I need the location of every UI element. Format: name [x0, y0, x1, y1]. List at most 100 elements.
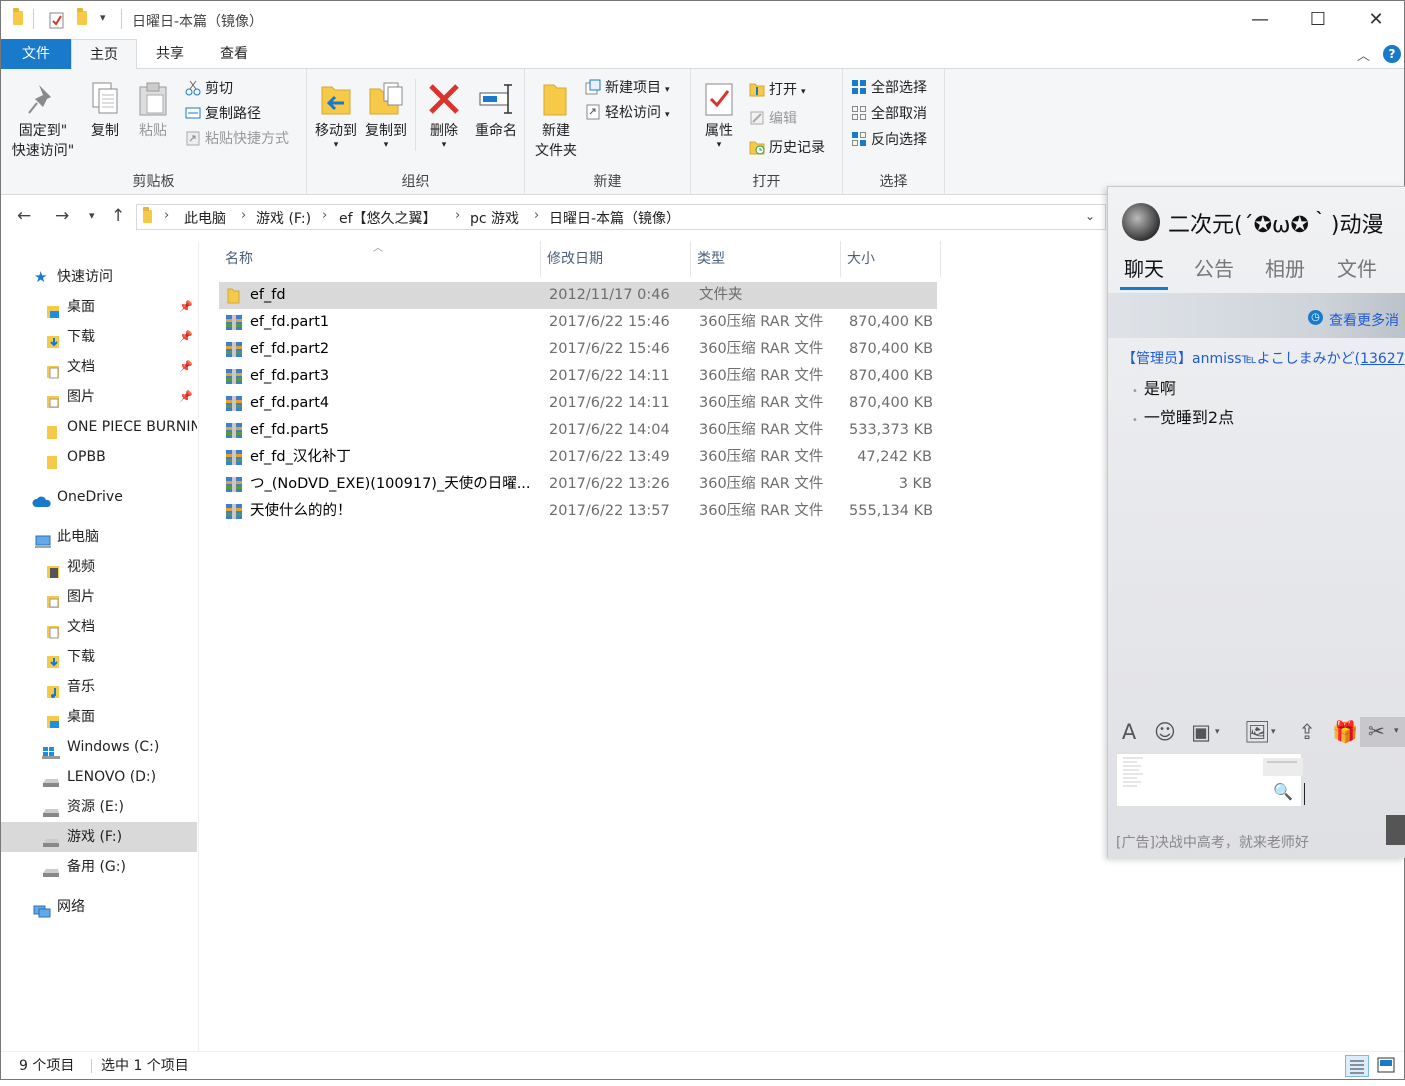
pin-icon[interactable]: 📌	[179, 382, 193, 412]
dropdown-arrow-icon[interactable]: ▾	[1271, 727, 1276, 737]
tab-home[interactable]: 主页	[71, 39, 137, 70]
breadcrumb-drive-f[interactable]: 游戏 (F:)	[256, 208, 311, 228]
pasted-screenshot-thumbnail[interactable]: 🔍	[1116, 753, 1303, 807]
paste-shortcut-button[interactable]: 粘贴快捷方式	[185, 127, 289, 151]
pin-icon[interactable]: 📌	[179, 292, 193, 322]
pin-quick-access-button[interactable]: 固定到" 快速访问"	[7, 81, 79, 161]
copy-path-button[interactable]: 复制路径	[185, 102, 261, 126]
nav-drive-f[interactable]: 游戏 (F:)	[1, 822, 197, 852]
message-sender[interactable]: 【管理员】anmiss℡よこしまみかど(13627	[1122, 348, 1405, 368]
table-row[interactable]: ef_fd.part2 2017/6/22 15:46 360压缩 RAR 文件…	[219, 336, 937, 363]
image-icon[interactable]: 🖼	[1244, 719, 1271, 745]
send-button[interactable]	[1386, 815, 1405, 845]
nav-pc-music[interactable]: 音乐	[1, 672, 197, 702]
zoom-icon[interactable]: 🔍	[1273, 782, 1293, 801]
nav-qa-desktop[interactable]: 桌面 📌	[1, 292, 197, 322]
nav-quick-access[interactable]: ★ 快速访问	[1, 262, 197, 292]
ad-banner[interactable]: [广告]决战中高考，就来老师好	[1116, 832, 1309, 852]
up-arrow-icon[interactable]: ↑	[111, 206, 125, 226]
breadcrumb-ef[interactable]: ef【悠久之翼】	[339, 208, 437, 228]
tab-files[interactable]: 文件	[1337, 253, 1377, 282]
new-item-button[interactable]: 新建项目 ▾	[585, 76, 670, 100]
table-row[interactable]: 天使什么的的！ 2017/6/22 13:57 360压缩 RAR 文件 555…	[219, 498, 937, 525]
column-header-size[interactable]: 大小	[841, 241, 941, 277]
copy-to-button[interactable]: 复制到 ▾	[363, 81, 409, 150]
nav-pc-downloads[interactable]: 下载	[1, 642, 197, 672]
select-all-button[interactable]: 全部选择	[851, 76, 927, 100]
help-icon[interactable]: ?	[1383, 45, 1401, 63]
open-button[interactable]: 打开 ▾	[749, 78, 806, 102]
new-folder-button[interactable]: 新建 文件夹	[531, 81, 581, 161]
tab-file[interactable]: 文件	[1, 39, 71, 69]
chevron-right-icon[interactable]: ›	[322, 208, 327, 223]
rename-button[interactable]: 重命名	[471, 81, 521, 141]
nav-qa-pictures[interactable]: 图片 📌	[1, 382, 197, 412]
move-to-button[interactable]: 移动到 ▾	[313, 81, 359, 150]
nav-pc-pictures[interactable]: 图片	[1, 582, 197, 612]
dropdown-arrow-icon[interactable]: ▾	[1215, 727, 1220, 737]
forward-arrow-icon[interactable]: →	[55, 206, 69, 226]
properties-quick-icon[interactable]	[49, 11, 65, 29]
nav-drive-g[interactable]: 备用 (G:)	[1, 852, 197, 882]
delete-button[interactable]: 删除 ▾	[421, 81, 467, 150]
view-more-messages-link[interactable]: 查看更多消	[1329, 310, 1399, 330]
invert-selection-button[interactable]: 反向选择	[851, 128, 927, 152]
tab-view[interactable]: 查看	[203, 39, 265, 69]
pin-icon[interactable]: 📌	[179, 322, 193, 352]
details-view-icon[interactable]	[1345, 1055, 1369, 1077]
address-bar[interactable]: › 此电脑 › 游戏 (F:) › ef【悠久之翼】 › pc 游戏 › 日曜日…	[136, 204, 1106, 230]
nav-pc-documents[interactable]: 文档	[1, 612, 197, 642]
column-header-type[interactable]: 类型	[691, 241, 841, 277]
customize-toolbar-icon[interactable]: ▾	[100, 11, 106, 24]
paste-button[interactable]: 粘贴	[131, 81, 175, 141]
chevron-right-icon[interactable]: ›	[164, 208, 169, 223]
tab-announcements[interactable]: 公告	[1194, 253, 1234, 282]
maximize-button[interactable]: ☐	[1289, 1, 1347, 39]
tab-share[interactable]: 共享	[139, 39, 201, 69]
chevron-right-icon[interactable]: ›	[534, 208, 539, 223]
column-header-date[interactable]: 修改日期	[541, 241, 691, 277]
nav-pc-videos[interactable]: 视频	[1, 552, 197, 582]
nav-qa-documents[interactable]: 文档 📌	[1, 352, 197, 382]
pin-icon[interactable]: 📌	[179, 352, 193, 382]
recent-locations-chevron-icon[interactable]: ▾	[89, 209, 95, 222]
properties-button[interactable]: 属性 ▾	[697, 81, 741, 150]
avatar[interactable]	[1122, 203, 1160, 241]
large-icons-view-icon[interactable]	[1375, 1055, 1399, 1077]
address-dropdown-icon[interactable]: ⌄	[1085, 209, 1095, 223]
cut-button[interactable]: 剪切	[185, 77, 233, 101]
new-folder-quick-icon[interactable]	[77, 8, 93, 29]
table-row[interactable]: ef_fd.part5 2017/6/22 14:04 360压缩 RAR 文件…	[219, 417, 937, 444]
tab-album[interactable]: 相册	[1265, 253, 1305, 282]
nav-folder-one-piece[interactable]: ONE PIECE BURNIN	[1, 412, 197, 442]
gift-icon[interactable]: 🎁	[1332, 719, 1358, 745]
easy-access-button[interactable]: 轻松访问 ▾	[585, 101, 670, 125]
nav-drive-e[interactable]: 资源 (E:)	[1, 792, 197, 822]
nav-drive-d[interactable]: LENOVO (D:)	[1, 762, 197, 792]
nav-folder-opbb[interactable]: OPBB	[1, 442, 197, 472]
emoji-icon[interactable]: ☺	[1152, 719, 1178, 745]
close-button[interactable]: ✕	[1347, 1, 1405, 39]
chevron-right-icon[interactable]: ›	[455, 208, 460, 223]
table-row[interactable]: ef_fd 2012/11/17 0:46 文件夹	[219, 282, 937, 309]
screenshot-button[interactable]: ✂ ▾	[1360, 717, 1405, 747]
nav-onedrive[interactable]: OneDrive	[1, 482, 197, 512]
column-header-name[interactable]: 名称	[219, 241, 541, 277]
minimize-button[interactable]: —	[1231, 1, 1289, 39]
breadcrumb-current[interactable]: 日曜日-本篇（镜像）	[549, 208, 680, 228]
select-none-button[interactable]: 全部取消	[851, 102, 927, 126]
font-icon[interactable]: A	[1116, 719, 1142, 745]
nav-network[interactable]: 网络	[1, 892, 197, 922]
tab-chat[interactable]: 聊天	[1124, 253, 1164, 282]
edit-button[interactable]: 编辑	[749, 107, 797, 131]
table-row[interactable]: ef_fd.part3 2017/6/22 14:11 360压缩 RAR 文件…	[219, 363, 937, 390]
back-arrow-icon[interactable]: ←	[17, 206, 31, 226]
upload-icon[interactable]: ⇪	[1294, 719, 1320, 745]
copy-button[interactable]: 复制	[83, 81, 127, 141]
table-row[interactable]: ef_fd.part4 2017/6/22 14:11 360压缩 RAR 文件…	[219, 390, 937, 417]
history-button[interactable]: 历史记录	[749, 136, 825, 160]
nav-this-pc[interactable]: 此电脑	[1, 522, 197, 552]
collapse-ribbon-icon[interactable]: ︿	[1357, 45, 1370, 64]
table-row[interactable]: つ_(NoDVD_EXE)(100917)_天使の日曜... 2017/6/22…	[219, 471, 937, 498]
gif-icon[interactable]: ▣	[1188, 719, 1214, 745]
